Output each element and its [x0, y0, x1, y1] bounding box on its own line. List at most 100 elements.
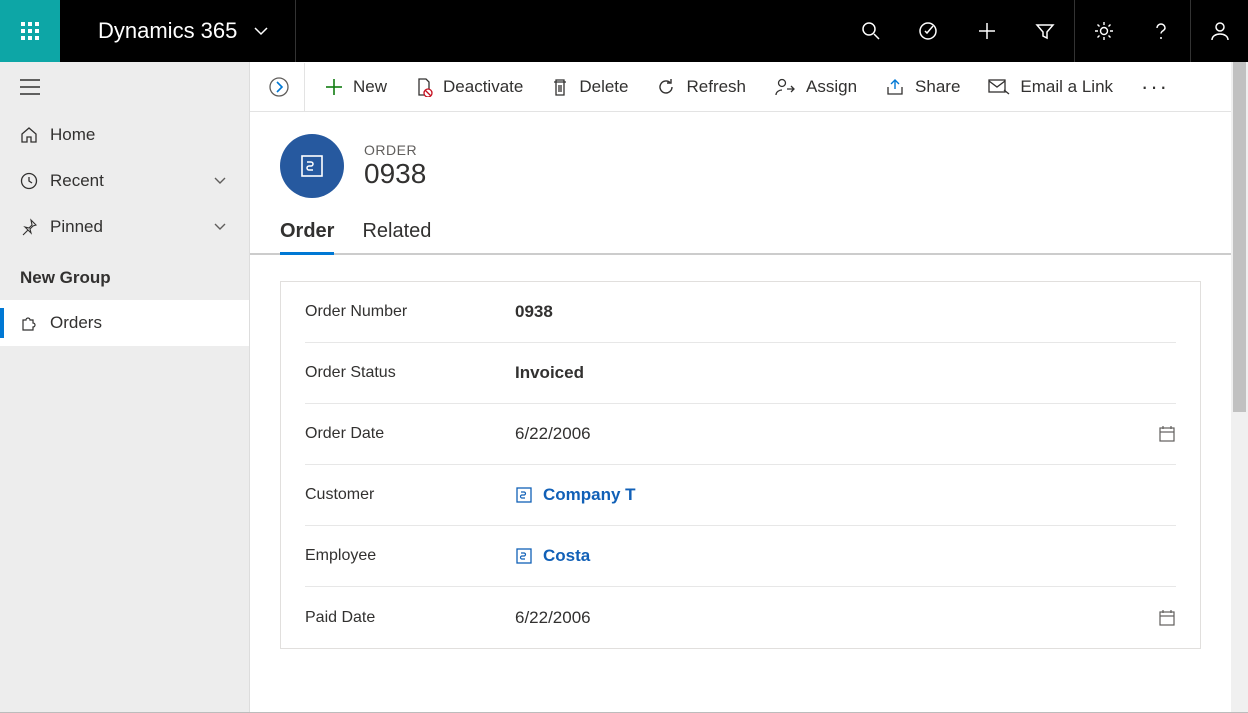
field-label: Order Number [305, 303, 515, 321]
date-picker-button[interactable] [1146, 425, 1176, 443]
deactivate-icon [415, 77, 433, 97]
waffle-icon [21, 22, 39, 40]
field-label: Customer [305, 486, 515, 504]
global-actions [842, 0, 1190, 62]
nav-orders[interactable]: Orders [0, 300, 249, 346]
field-label: Paid Date [305, 609, 515, 627]
add-button[interactable] [958, 0, 1016, 62]
task-icon [918, 20, 940, 42]
gear-icon [1093, 20, 1115, 42]
entity-label: ORDER [364, 142, 426, 158]
record-title: 0938 [364, 158, 426, 190]
employee-link[interactable]: Costa [543, 546, 590, 566]
global-top-bar: Dynamics 365 [0, 0, 1248, 62]
entity-icon [299, 153, 325, 179]
user-profile-button[interactable] [1190, 0, 1248, 62]
app-launcher-button[interactable] [0, 0, 60, 62]
field-order-date[interactable]: Order Date 6/22/2006 [305, 404, 1176, 465]
tab-related[interactable]: Related [362, 212, 431, 253]
cmd-assign-label: Assign [806, 77, 857, 97]
email-icon [988, 78, 1010, 96]
app-switcher-chevron [253, 23, 269, 39]
field-label: Employee [305, 547, 515, 565]
lookup-entity-icon [515, 547, 533, 565]
pin-icon [20, 218, 50, 236]
form-tabs: Order Related [250, 212, 1231, 255]
field-value: 6/22/2006 [515, 608, 1146, 628]
scroll-thumb[interactable] [1233, 62, 1246, 412]
trash-icon [551, 77, 569, 97]
field-customer[interactable]: Customer Company T [305, 465, 1176, 526]
cmd-email-link-label: Email a Link [1020, 77, 1113, 97]
field-value: Costa [515, 546, 1146, 566]
help-button[interactable] [1132, 0, 1190, 62]
date-picker-button[interactable] [1146, 609, 1176, 627]
chevron-down-icon [253, 23, 269, 39]
cmd-share-label: Share [915, 77, 960, 97]
field-employee[interactable]: Employee Costa [305, 526, 1176, 587]
record-badge [280, 134, 344, 198]
nav-home-label: Home [50, 125, 249, 145]
filter-button[interactable] [1016, 0, 1074, 62]
cmd-delete-label: Delete [579, 77, 628, 97]
main-content: New Deactivate Delete Refresh Assign Sha… [250, 62, 1231, 713]
share-icon [885, 77, 905, 97]
field-order-number[interactable]: Order Number 0938 [305, 282, 1176, 343]
puzzle-icon [20, 314, 50, 332]
person-icon [1209, 20, 1231, 42]
field-order-status[interactable]: Order Status Invoiced [305, 343, 1176, 404]
chevron-circle-icon [268, 76, 290, 98]
help-icon [1151, 21, 1171, 41]
field-value: 6/22/2006 [515, 424, 1146, 444]
assign-icon [774, 77, 796, 97]
cmd-assign[interactable]: Assign [760, 63, 871, 111]
field-label: Order Status [305, 364, 515, 382]
calendar-icon [1158, 425, 1176, 443]
plus-icon [325, 78, 343, 96]
tab-related-label: Related [362, 220, 431, 242]
field-label: Order Date [305, 425, 515, 443]
settings-button[interactable] [1074, 0, 1132, 62]
back-button[interactable] [260, 68, 298, 106]
form-card: Order Number 0938 Order Status Invoiced … [280, 281, 1201, 649]
nav-toggle-button[interactable] [0, 62, 249, 112]
cmd-deactivate[interactable]: Deactivate [401, 63, 537, 111]
field-value: 0938 [515, 302, 1146, 322]
filter-icon [1035, 21, 1055, 41]
chevron-down-icon [213, 174, 249, 188]
app-title-region[interactable]: Dynamics 365 [60, 0, 296, 62]
cmd-more[interactable]: ··· [1127, 74, 1183, 100]
left-navigation: Home Recent Pinned New Group Orders [0, 62, 250, 713]
cmd-share[interactable]: Share [871, 63, 974, 111]
cmd-new-label: New [353, 77, 387, 97]
search-button[interactable] [842, 0, 900, 62]
nav-group-label: New Group [0, 250, 249, 300]
cmd-delete[interactable]: Delete [537, 63, 642, 111]
home-icon [20, 126, 50, 144]
field-paid-date[interactable]: Paid Date 6/22/2006 [305, 587, 1176, 648]
cmd-refresh[interactable]: Refresh [642, 63, 760, 111]
nav-recent-label: Recent [50, 171, 213, 191]
nav-pinned-label: Pinned [50, 217, 213, 237]
customer-link[interactable]: Company T [543, 485, 636, 505]
lookup-entity-icon [515, 486, 533, 504]
clock-icon [20, 172, 50, 190]
hamburger-icon [20, 79, 40, 95]
refresh-icon [656, 77, 676, 97]
cmd-refresh-label: Refresh [686, 77, 746, 97]
tab-order[interactable]: Order [280, 212, 334, 253]
vertical-scrollbar[interactable] [1231, 62, 1248, 713]
nav-pinned[interactable]: Pinned [0, 204, 249, 250]
nav-home[interactable]: Home [0, 112, 249, 158]
nav-orders-label: Orders [50, 313, 249, 333]
command-bar: New Deactivate Delete Refresh Assign Sha… [250, 62, 1231, 112]
calendar-icon [1158, 609, 1176, 627]
task-button[interactable] [900, 0, 958, 62]
cmd-deactivate-label: Deactivate [443, 77, 523, 97]
nav-recent[interactable]: Recent [0, 158, 249, 204]
cmd-email-link[interactable]: Email a Link [974, 63, 1127, 111]
cmd-new[interactable]: New [311, 63, 401, 111]
search-icon [861, 21, 881, 41]
tab-order-label: Order [280, 220, 334, 242]
record-header: ORDER 0938 [250, 112, 1231, 212]
